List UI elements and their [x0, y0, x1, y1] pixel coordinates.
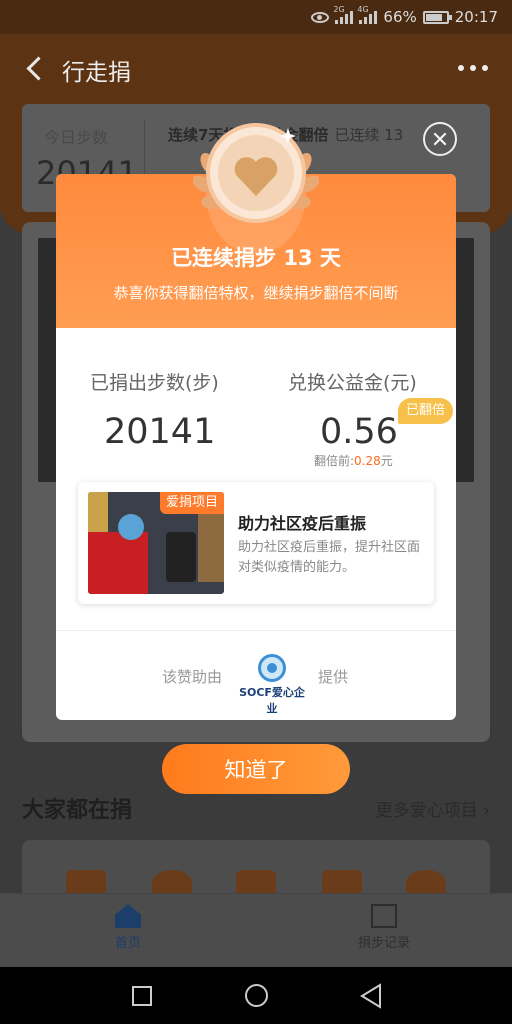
close-icon[interactable]: [423, 122, 457, 156]
before-value: 0.28: [354, 454, 381, 468]
system-nav-bar: [0, 967, 512, 1024]
modal-title: 已连续捐步 13 天: [171, 246, 341, 270]
project-image: 爱捐项目: [88, 492, 224, 594]
back-nav-icon[interactable]: [360, 983, 382, 1009]
sponsor-logo-icon: [258, 654, 286, 682]
before-doubling-note: 翻倍前:0.28元: [314, 452, 393, 469]
project-card[interactable]: 爱捐项目 助力社区疫后重振 助力社区疫后重振，提升社区面对类似疫情的能力。: [78, 482, 434, 604]
project-name: 助力社区疫后重振: [238, 514, 367, 533]
sponsor-logo: SOCF爱心企业: [236, 654, 308, 715]
doubled-badge: 已翻倍: [398, 398, 454, 424]
project-tag: 爱捐项目: [159, 492, 224, 514]
project-description: 助力社区疫后重振，提升社区面对类似疫情的能力。: [238, 540, 421, 575]
confirm-button[interactable]: 知道了: [162, 744, 350, 794]
divider: [56, 630, 456, 631]
donated-steps-value: 20141: [104, 412, 216, 452]
sponsor-prefix: 该赞助由: [162, 668, 223, 686]
sponsor-name: SOCF爱心企业: [239, 686, 305, 715]
donated-steps-label: 已捐出步数(步): [90, 372, 219, 394]
modal-subtitle: 恭喜你获得翻倍特权，继续捐步翻倍不间断: [113, 284, 399, 302]
before-label: 翻倍前:: [314, 454, 355, 468]
recents-icon[interactable]: [132, 986, 152, 1006]
streak-modal: 已连续捐步 13 天 恭喜你获得翻倍特权，继续捐步翻倍不间断 已捐出步数(步) …: [56, 123, 456, 720]
fund-value: 0.56: [320, 412, 398, 452]
fund-label: 兑换公益金(元): [288, 372, 417, 394]
home-nav-icon[interactable]: [245, 984, 268, 1007]
before-unit: 元: [380, 454, 393, 468]
heart-medal-icon: [192, 118, 320, 228]
sponsor-suffix: 提供: [318, 668, 349, 686]
